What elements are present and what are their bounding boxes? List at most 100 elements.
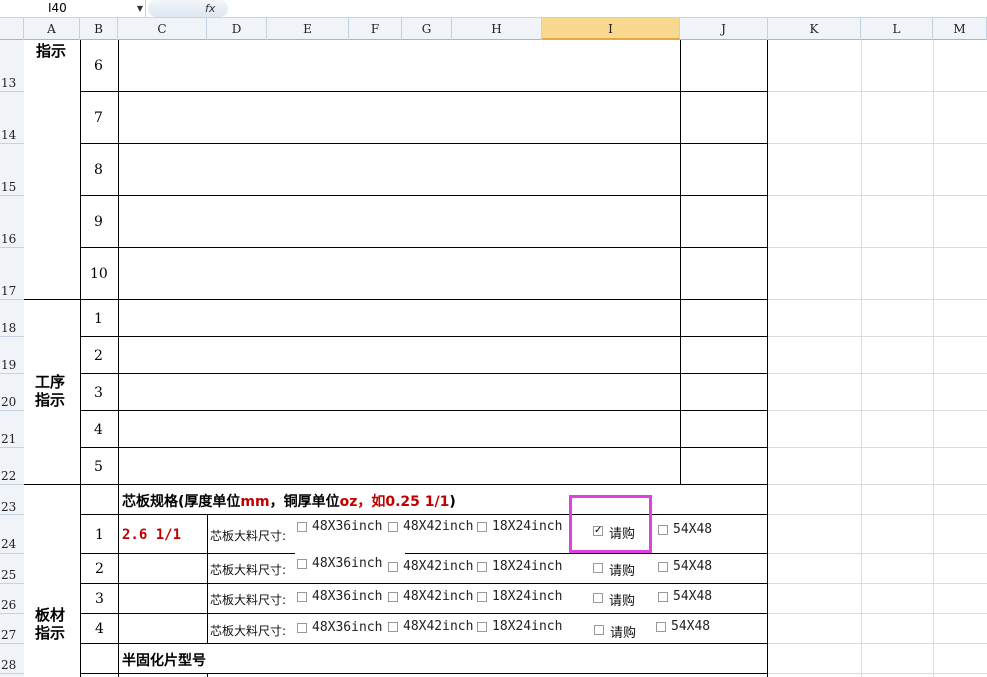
checkbox-48x42[interactable] bbox=[388, 622, 398, 632]
checkbox-48x36[interactable] bbox=[297, 559, 307, 569]
item-number: 4 bbox=[94, 422, 103, 438]
name-box-dropdown-icon[interactable]: ▼ bbox=[134, 0, 146, 17]
core-spec-header: 芯板规格(厚度单位mm，铜厚单位oz，如0.25 1/1) bbox=[122, 494, 456, 510]
option-54x48-label: 54X48 bbox=[673, 559, 713, 574]
row-header-27[interactable]: 27 bbox=[0, 628, 24, 642]
board-row-number: 1 bbox=[95, 527, 104, 543]
checkbox-48x42[interactable] bbox=[388, 562, 398, 572]
column-header-f[interactable]: F bbox=[349, 18, 402, 40]
column-header-h[interactable]: H bbox=[452, 18, 542, 40]
section-label-board: 板材 指示 bbox=[35, 606, 66, 642]
board-row-number: 2 bbox=[95, 561, 104, 577]
checkbox-48x36[interactable] bbox=[297, 522, 307, 532]
row-header-16[interactable]: 16 bbox=[0, 232, 24, 246]
column-headers: A B C D E F G H I J K L M bbox=[0, 18, 987, 40]
checkbox-54x48[interactable] bbox=[656, 622, 666, 632]
highlight-box bbox=[569, 495, 652, 553]
formula-bar: I40 ▼ fx bbox=[0, 0, 987, 18]
checkbox-54x48[interactable] bbox=[658, 562, 668, 572]
option-54x48-label: 54X48 bbox=[673, 522, 713, 537]
option-48x42-label: 48X42inch bbox=[403, 619, 474, 634]
column-header-j[interactable]: J bbox=[680, 18, 768, 40]
row-header-26[interactable]: 26 bbox=[0, 598, 24, 612]
option-48x36-label: 48X36inch bbox=[312, 620, 383, 635]
column-header-k[interactable]: K bbox=[768, 18, 861, 40]
option-18x24-label: 18X24inch bbox=[492, 519, 563, 534]
checkbox-48x42[interactable] bbox=[388, 522, 398, 532]
name-box[interactable]: I40 bbox=[0, 0, 146, 17]
option-48x36-label: 48X36inch bbox=[312, 519, 383, 534]
row-header-14[interactable]: 14 bbox=[0, 128, 24, 142]
row-header-20[interactable]: 20 bbox=[0, 395, 24, 409]
column-header-a[interactable]: A bbox=[24, 18, 80, 40]
item-number: 3 bbox=[94, 385, 103, 401]
option-48x36-label: 48X36inch bbox=[312, 556, 383, 571]
item-number: 9 bbox=[94, 214, 103, 230]
checkbox-18x24[interactable] bbox=[477, 592, 487, 602]
core-spec-value[interactable]: 2.6 1/1 bbox=[122, 527, 181, 543]
board-row-number: 4 bbox=[95, 621, 104, 637]
column-header-g[interactable]: G bbox=[402, 18, 452, 40]
option-54x48-label: 54X48 bbox=[671, 619, 711, 634]
section-label-process: 工序 指示 bbox=[35, 373, 66, 409]
section-label-instructions: 指示 bbox=[36, 42, 67, 60]
option-48x42-label: 48X42inch bbox=[403, 519, 474, 534]
checkbox-purchase[interactable] bbox=[593, 563, 603, 573]
row-header-19[interactable]: 19 bbox=[0, 358, 24, 372]
checkbox-purchase[interactable] bbox=[593, 593, 603, 603]
item-number: 7 bbox=[94, 110, 103, 126]
column-header-d[interactable]: D bbox=[207, 18, 267, 40]
row-header-15[interactable]: 15 bbox=[0, 180, 24, 194]
item-number: 2 bbox=[94, 348, 103, 364]
option-48x42-label: 48X42inch bbox=[403, 589, 474, 604]
checkbox-48x36[interactable] bbox=[297, 592, 307, 602]
column-header-b[interactable]: B bbox=[80, 18, 118, 40]
item-number: 10 bbox=[90, 266, 108, 282]
option-purchase-label: 请购 bbox=[610, 626, 637, 641]
column-header-c[interactable]: C bbox=[118, 18, 207, 40]
item-number: 1 bbox=[94, 311, 103, 327]
checkbox-54x48[interactable] bbox=[658, 525, 668, 535]
core-size-label: 芯板大料尺寸: bbox=[210, 529, 287, 543]
checkbox-54x48[interactable] bbox=[658, 592, 668, 602]
row-header-17[interactable]: 17 bbox=[0, 284, 24, 298]
option-purchase-label: 请购 bbox=[609, 594, 636, 609]
select-all-corner[interactable] bbox=[0, 18, 24, 40]
item-number: 8 bbox=[94, 162, 103, 178]
row-header-21[interactable]: 21 bbox=[0, 432, 24, 446]
board-row-number: 3 bbox=[95, 591, 104, 607]
row-header-24[interactable]: 24 bbox=[0, 537, 24, 551]
core-size-label: 芯板大料尺寸: bbox=[210, 593, 287, 607]
item-number: 5 bbox=[94, 459, 103, 475]
row-headers: 13 14 15 16 17 18 19 20 21 22 23 24 25 2… bbox=[0, 40, 24, 677]
core-size-label: 芯板大料尺寸: bbox=[210, 624, 287, 638]
checkbox-48x42[interactable] bbox=[388, 592, 398, 602]
row-header-22[interactable]: 22 bbox=[0, 469, 24, 483]
core-size-label: 芯板大料尺寸: bbox=[210, 563, 287, 577]
formula-bar-buttons bbox=[148, 0, 228, 17]
checkbox-18x24[interactable] bbox=[477, 622, 487, 632]
checkbox-18x24[interactable] bbox=[477, 522, 487, 532]
row-header-23[interactable]: 23 bbox=[0, 500, 24, 514]
option-18x24-label: 18X24inch bbox=[492, 559, 563, 574]
checkbox-18x24[interactable] bbox=[477, 562, 487, 572]
option-54x48-label: 54X48 bbox=[673, 589, 713, 604]
row-header-18[interactable]: 18 bbox=[0, 321, 24, 335]
row-header-25[interactable]: 25 bbox=[0, 568, 24, 582]
checkbox-48x36[interactable] bbox=[297, 623, 307, 633]
prepreg-label: 半固化片型号 bbox=[122, 653, 206, 669]
row-header-13[interactable]: 13 bbox=[0, 76, 24, 90]
option-purchase-label: 请购 bbox=[609, 564, 636, 579]
option-18x24-label: 18X24inch bbox=[492, 589, 563, 604]
insert-function-icon[interactable]: fx bbox=[205, 0, 215, 17]
row-header-28[interactable]: 28 bbox=[0, 658, 24, 672]
column-header-i[interactable]: I bbox=[542, 18, 680, 40]
column-header-l[interactable]: L bbox=[861, 18, 933, 40]
column-header-m[interactable]: M bbox=[933, 18, 987, 40]
option-48x36-label: 48X36inch bbox=[312, 589, 383, 604]
item-number: 6 bbox=[94, 58, 103, 74]
option-48x42-label: 48X42inch bbox=[403, 559, 474, 574]
checkbox-purchase[interactable] bbox=[594, 625, 604, 635]
option-18x24-label: 18X24inch bbox=[492, 619, 563, 634]
column-header-e[interactable]: E bbox=[267, 18, 349, 40]
